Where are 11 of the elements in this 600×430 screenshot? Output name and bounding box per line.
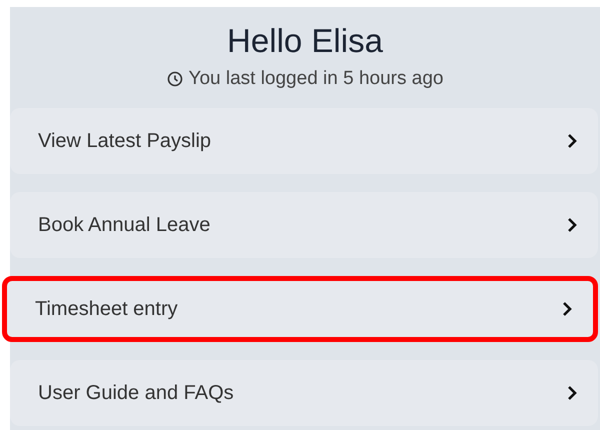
last-login-text: You last logged in 5 hours ago — [188, 67, 444, 91]
menu-item[interactable]: Book Annual Leave — [10, 192, 598, 258]
menu-item[interactable]: Timesheet entry — [2, 276, 598, 342]
menu-item[interactable]: View Latest Payslip — [10, 108, 598, 174]
chevron-right-icon — [561, 300, 573, 318]
clock-icon — [166, 71, 183, 88]
greeting-heading: Hello Elisa — [227, 21, 383, 61]
chevron-right-icon — [566, 384, 578, 402]
menu-item[interactable]: User Guide and FAQs — [10, 360, 598, 426]
chevron-right-icon — [566, 132, 578, 150]
chevron-right-icon — [566, 216, 578, 234]
